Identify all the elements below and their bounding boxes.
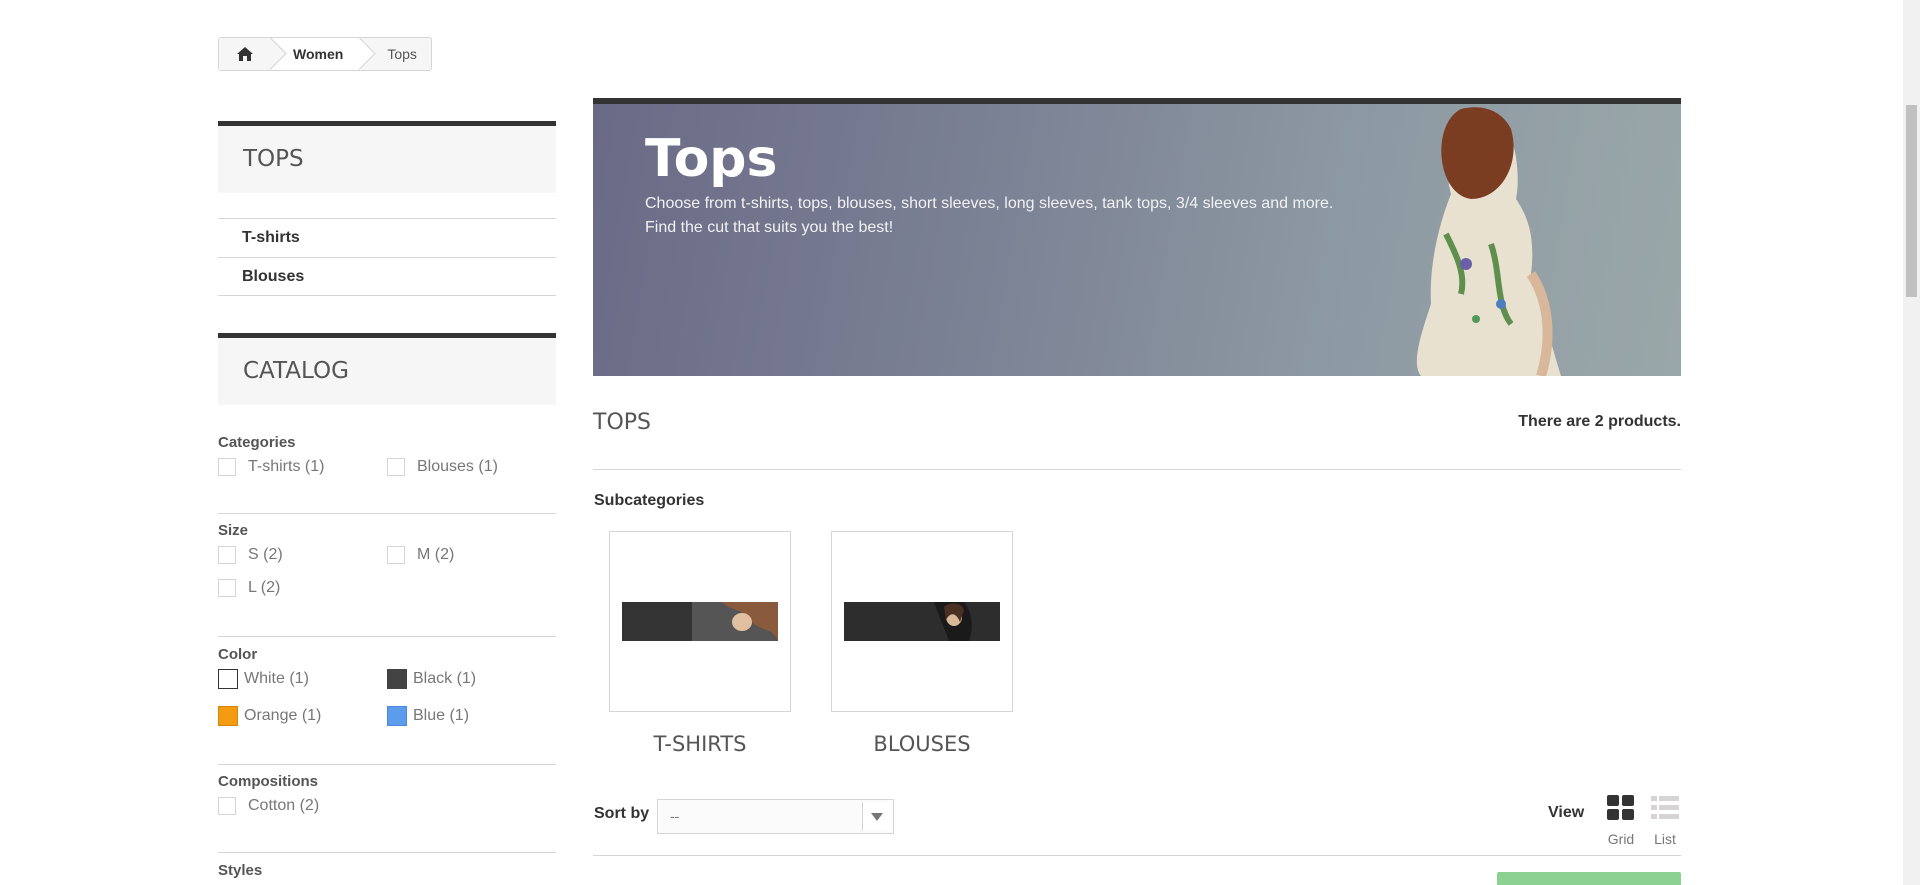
filter-option-label: S (2) (248, 545, 283, 563)
subcategories-title: Subcategories (594, 492, 705, 509)
checkbox[interactable] (218, 796, 236, 815)
category-block-title: TOPS (218, 121, 556, 193)
filter-option-label: Blouses (1) (417, 457, 498, 475)
filter-option-label: Cotton (2) (248, 796, 320, 814)
filter-divider (218, 636, 556, 637)
page-scrollbar[interactable] (1903, 0, 1920, 885)
banner-title: Tops (645, 129, 778, 189)
sort-by-select[interactable]: -- (657, 799, 894, 834)
subcategory-thumbnail-image (622, 602, 778, 641)
category-list: T-shirts Blouses (218, 218, 556, 296)
filter-title: Color (218, 646, 258, 663)
filter-option-label: L (2) (248, 578, 281, 596)
color-swatch-blue[interactable] (387, 705, 407, 726)
category-banner: Tops Choose from t-shirts, tops, blouses… (593, 98, 1681, 376)
breadcrumb-home[interactable] (219, 37, 287, 70)
subcategory-image[interactable] (609, 531, 791, 712)
checkbox[interactable] (387, 457, 405, 476)
heading-divider (593, 469, 1681, 470)
subcategory-image[interactable] (831, 531, 1013, 712)
filter-option-label: White (1) (244, 669, 309, 687)
subcategory-thumbnail-image (844, 602, 1000, 641)
checkbox[interactable] (218, 545, 236, 564)
filter-title: Compositions (218, 773, 318, 790)
filter-categories: Categories T-shirts (1) Blouses (1) (218, 434, 556, 477)
filter-title: Styles (218, 862, 263, 879)
filter-color: Color White (1) Black (1) Orange (1) Blu… (218, 646, 556, 726)
filter-option[interactable]: T-shirts (1) (218, 456, 387, 477)
filter-option[interactable]: Blue (1) (387, 705, 556, 726)
view-label: View (1548, 804, 1585, 821)
catalog-block-title: CATALOG (218, 333, 556, 405)
filter-option[interactable]: Black (1) (387, 668, 556, 689)
banner-model-image (1416, 107, 1561, 376)
breadcrumb-label: Tops (387, 46, 417, 62)
filter-option[interactable]: M (2) (387, 544, 556, 565)
filter-option[interactable]: Orange (1) (218, 705, 387, 726)
filter-option-label: M (2) (417, 545, 455, 563)
home-icon (237, 47, 253, 61)
breadcrumb: Women Tops (218, 37, 432, 71)
checkbox[interactable] (218, 578, 236, 597)
filter-size: Size S (2) M (2) L (2) (218, 522, 556, 598)
breadcrumb-label: Women (293, 46, 344, 62)
subcategory-blouses[interactable]: BLOUSES (831, 531, 1013, 756)
filter-divider (218, 764, 556, 765)
filter-divider (218, 513, 556, 514)
filter-option[interactable]: S (2) (218, 544, 387, 565)
chevron-down-icon[interactable] (862, 802, 891, 831)
filter-option[interactable]: Cotton (2) (218, 795, 387, 816)
banner-description: Choose from t-shirts, tops, blouses, sho… (645, 192, 1445, 240)
filter-option[interactable]: L (2) (218, 577, 387, 598)
filter-compositions: Compositions Cotton (2) (218, 773, 556, 816)
filter-option[interactable]: White (1) (218, 668, 387, 689)
filter-option-label: Black (1) (413, 669, 477, 687)
color-swatch-white[interactable] (218, 668, 238, 689)
checkbox[interactable] (387, 545, 405, 564)
view-list-label: List (1654, 831, 1676, 847)
scrollbar-thumb[interactable] (1906, 105, 1917, 297)
category-item-tshirts[interactable]: T-shirts (218, 218, 556, 257)
view-grid-label: Grid (1607, 831, 1635, 847)
subcategory-tshirts[interactable]: T-SHIRTS (609, 531, 791, 756)
sort-divider (593, 855, 1681, 856)
filter-styles: Styles (218, 862, 556, 884)
list-icon (1651, 796, 1679, 819)
add-to-cart-button[interactable] (1497, 872, 1681, 885)
filter-option-label: T-shirts (1) (248, 457, 325, 475)
product-count: There are 2 products. (1518, 413, 1681, 430)
color-swatch-orange[interactable] (218, 705, 238, 726)
view-grid-button[interactable]: Grid (1604, 794, 1638, 847)
page-heading: TOPS (593, 410, 651, 435)
filter-option-label: Blue (1) (413, 706, 470, 724)
filter-option-label: Orange (1) (244, 706, 322, 724)
checkbox[interactable] (218, 457, 236, 476)
sort-by-selected: -- (670, 808, 680, 824)
filter-option[interactable]: Blouses (1) (387, 456, 556, 477)
color-swatch-black[interactable] (387, 668, 407, 689)
banner-description-line: Find the cut that suits you the best! (645, 219, 894, 236)
subcategory-name[interactable]: BLOUSES (831, 732, 1013, 756)
view-list-button[interactable]: List (1648, 794, 1682, 847)
filter-divider (218, 852, 556, 853)
subcategory-name[interactable]: T-SHIRTS (609, 732, 791, 756)
filter-title: Categories (218, 434, 296, 451)
banner-description-line: Choose from t-shirts, tops, blouses, sho… (645, 195, 1334, 212)
sort-by-label: Sort by (594, 805, 650, 822)
grid-icon (1607, 795, 1634, 820)
filter-title: Size (218, 522, 249, 539)
category-item-blouses[interactable]: Blouses (218, 257, 556, 296)
